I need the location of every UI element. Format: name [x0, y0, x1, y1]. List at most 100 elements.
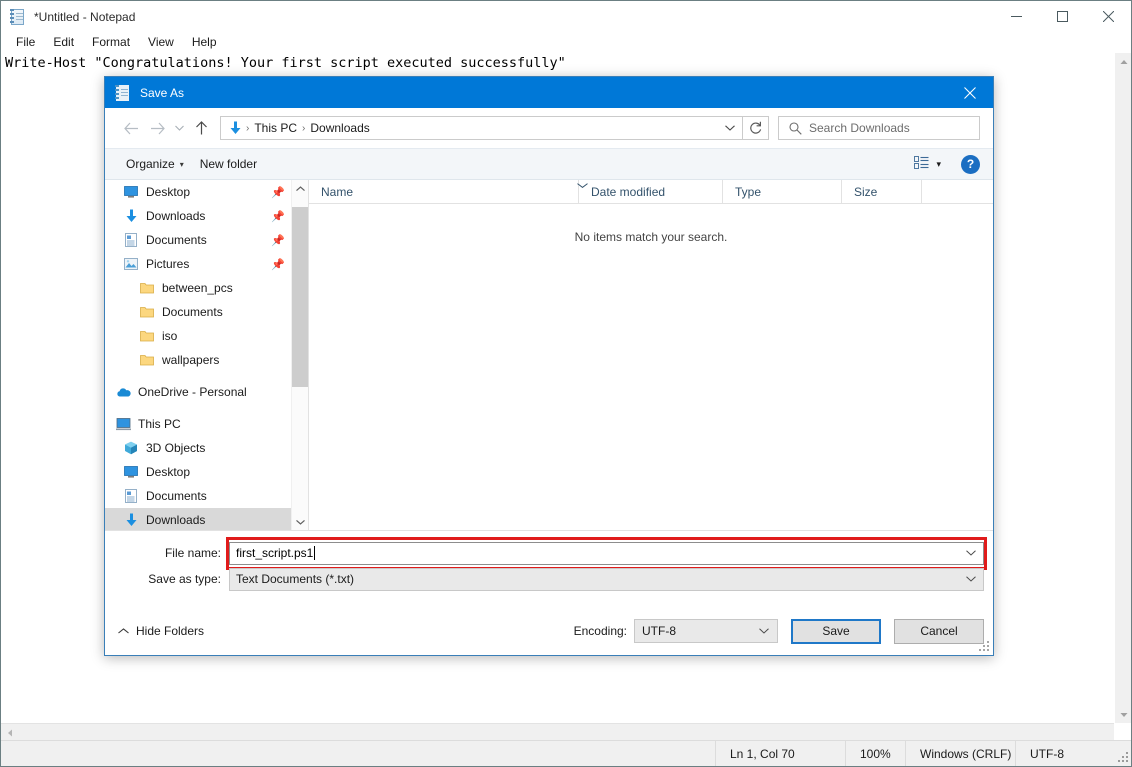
save-button[interactable]: Save — [791, 618, 881, 644]
scrollbar-thumb[interactable] — [292, 207, 308, 387]
scrollbar-corner — [1114, 723, 1131, 740]
search-placeholder: Search Downloads — [809, 121, 910, 135]
menu-format[interactable]: Format — [83, 33, 139, 51]
maximize-icon[interactable] — [1039, 1, 1085, 32]
nav-item-downloads-pc[interactable]: Downloads — [105, 508, 291, 530]
file-list-column-headers: Name Date modified Type Size — [309, 179, 993, 204]
nav-item-label: 3D Objects — [146, 441, 206, 455]
desktop-icon — [123, 464, 139, 480]
status-encoding: UTF-8 — [1015, 741, 1115, 766]
menu-help[interactable]: Help — [183, 33, 226, 51]
encoding-label: Encoding: — [573, 624, 627, 638]
nav-item-iso[interactable]: iso — [105, 324, 291, 348]
close-icon[interactable] — [947, 77, 993, 108]
documents-icon — [123, 232, 139, 248]
recent-locations-chevron-down-icon[interactable] — [170, 115, 188, 141]
notepad-title: *Untitled - Notepad — [34, 9, 136, 24]
nav-item-onedrive[interactable]: OneDrive - Personal — [105, 380, 291, 404]
nav-item-documents-folder[interactable]: Documents — [105, 300, 291, 324]
pin-icon[interactable]: 📌 — [271, 258, 285, 271]
notepad-icon — [10, 8, 26, 25]
pin-icon[interactable]: 📌 — [271, 210, 285, 223]
chevron-down-icon[interactable] — [966, 548, 983, 558]
status-cursor-position: Ln 1, Col 70 — [715, 741, 845, 766]
nav-item-documents-pc[interactable]: Documents — [105, 484, 291, 508]
cancel-button[interactable]: Cancel — [894, 618, 984, 644]
pin-icon[interactable]: 📌 — [271, 186, 285, 199]
forward-arrow-icon[interactable] — [144, 115, 170, 141]
nav-item-label: Documents — [162, 305, 223, 319]
nav-item-desktop[interactable]: Desktop 📌 — [105, 180, 291, 204]
nav-item-pictures-quick[interactable]: Pictures 📌 — [105, 252, 291, 276]
navigation-list: Desktop 📌 Downloads 📌 Documents 📌 Pictur… — [105, 180, 291, 530]
dialog-main: Desktop 📌 Downloads 📌 Documents 📌 Pictur… — [105, 179, 993, 530]
organize-label: Organize — [126, 157, 175, 171]
filetype-row: Save as type: Text Documents (*.txt) — [105, 567, 993, 591]
notepad-horizontal-scrollbar[interactable] — [1, 723, 1114, 740]
minimize-icon[interactable] — [993, 1, 1039, 32]
menu-edit[interactable]: Edit — [44, 33, 83, 51]
scroll-down-icon[interactable] — [1115, 706, 1131, 723]
chevron-down-icon[interactable] — [718, 117, 742, 139]
status-line-endings: Windows (CRLF) — [905, 741, 1015, 766]
empty-list-message: No items match your search. — [574, 230, 728, 244]
nav-item-3d-objects[interactable]: 3D Objects — [105, 436, 291, 460]
column-header-date-modified[interactable]: Date modified — [579, 179, 723, 204]
nav-item-this-pc[interactable]: This PC — [105, 412, 291, 436]
scroll-up-icon[interactable] — [1115, 53, 1131, 70]
encoding-value: UTF-8 — [642, 624, 676, 638]
chevron-down-icon[interactable] — [759, 626, 777, 636]
filetype-label: Save as type: — [148, 572, 221, 586]
address-bar[interactable]: › This PC › Downloads — [220, 116, 743, 140]
view-options-button[interactable]: ▾ — [908, 153, 947, 175]
column-header-type[interactable]: Type — [723, 179, 842, 204]
menu-file[interactable]: File — [7, 33, 44, 51]
nav-item-wallpapers[interactable]: wallpapers — [105, 348, 291, 372]
hide-folders-button[interactable]: Hide Folders — [118, 624, 204, 638]
nav-item-label: Downloads — [146, 209, 206, 223]
file-list-pane: Name Date modified Type Size No items ma… — [309, 179, 993, 530]
new-folder-button[interactable]: New folder — [192, 154, 265, 174]
breadcrumb-this-pc[interactable]: This PC — [250, 121, 301, 135]
folder-icon — [139, 304, 155, 320]
column-header-size[interactable]: Size — [842, 179, 922, 204]
nav-item-desktop-pc[interactable]: Desktop — [105, 460, 291, 484]
back-arrow-icon[interactable] — [118, 115, 144, 141]
nav-item-label: Pictures — [146, 257, 190, 271]
search-icon — [787, 120, 803, 136]
filetype-select[interactable]: Text Documents (*.txt) — [229, 567, 984, 591]
filename-field-wrapper: first_script.ps1 — [226, 536, 987, 570]
column-header-name[interactable]: Name — [309, 179, 579, 204]
filetype-value: Text Documents (*.txt) — [236, 572, 355, 586]
breadcrumb-downloads[interactable]: Downloads — [306, 121, 373, 135]
notepad-titlebar[interactable]: *Untitled - Notepad — [1, 1, 1131, 32]
status-zoom[interactable]: 100% — [845, 741, 905, 766]
desktop-icon — [123, 184, 139, 200]
nav-item-documents-quick[interactable]: Documents 📌 — [105, 228, 291, 252]
encoding-select[interactable]: UTF-8 — [634, 619, 778, 643]
nav-item-between-pcs[interactable]: between_pcs — [105, 276, 291, 300]
this-pc-icon — [115, 416, 131, 432]
dialog-titlebar[interactable]: Save As — [105, 77, 993, 108]
menu-view[interactable]: View — [139, 33, 183, 51]
dialog-navbar: › This PC › Downloads Search Downloads — [105, 108, 993, 148]
close-icon[interactable] — [1085, 1, 1131, 32]
nav-group-gap — [105, 404, 291, 412]
scroll-up-icon[interactable] — [292, 180, 308, 197]
search-input[interactable]: Search Downloads — [778, 116, 980, 140]
nav-group-gap — [105, 372, 291, 380]
resize-grip-icon[interactable] — [978, 640, 990, 652]
pin-icon[interactable]: 📌 — [271, 234, 285, 247]
refresh-icon[interactable] — [743, 116, 769, 140]
chevron-down-icon[interactable] — [966, 574, 983, 584]
filename-input[interactable]: first_script.ps1 — [229, 541, 984, 565]
navigation-scrollbar[interactable] — [291, 180, 308, 530]
scroll-down-icon[interactable] — [292, 513, 308, 530]
scroll-left-icon[interactable] — [1, 724, 18, 740]
resize-grip-icon[interactable] — [1115, 741, 1131, 766]
help-button[interactable]: ? — [961, 154, 980, 174]
up-arrow-icon[interactable] — [188, 115, 214, 141]
nav-item-downloads-quick[interactable]: Downloads 📌 — [105, 204, 291, 228]
organize-button[interactable]: Organize ▾ — [118, 154, 192, 174]
notepad-vertical-scrollbar[interactable] — [1114, 53, 1131, 723]
